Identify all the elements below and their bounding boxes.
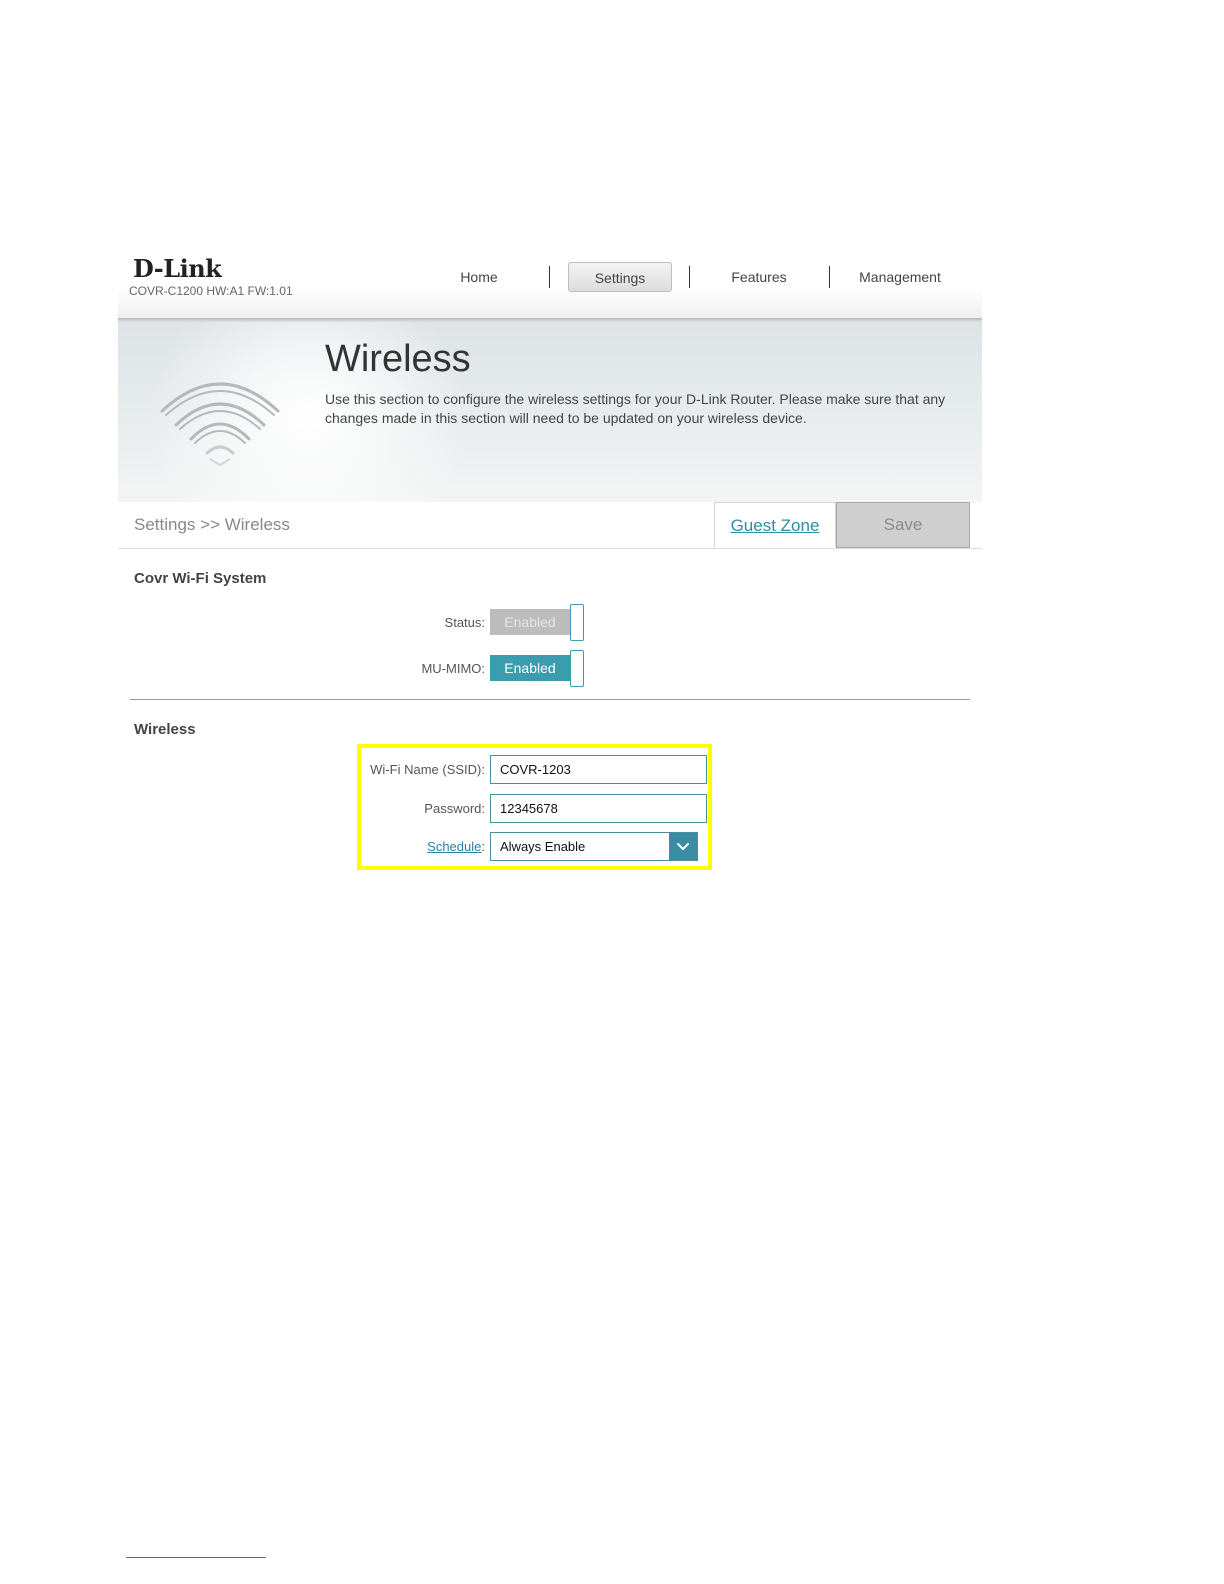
- nav-separator: [689, 266, 690, 288]
- model-info: COVR-C1200 HW:A1 FW:1.01: [129, 284, 293, 298]
- schedule-select[interactable]: Always Enable: [490, 832, 698, 861]
- wifi-icon: [160, 382, 280, 467]
- nav-management[interactable]: Management: [848, 262, 952, 290]
- status-toggle[interactable]: Enabled: [490, 604, 584, 641]
- schedule-colon: :: [481, 839, 485, 854]
- nav-home[interactable]: Home: [441, 262, 517, 290]
- breadcrumb: Settings >> Wireless: [134, 515, 290, 534]
- ssid-input[interactable]: [490, 755, 707, 784]
- dlink-logo: D-Link: [133, 254, 222, 283]
- wireless-section-title: Wireless: [134, 721, 196, 738]
- footnote-rule: [126, 1557, 266, 1558]
- section-divider: [130, 699, 970, 700]
- guest-zone-link[interactable]: Guest Zone: [714, 502, 836, 547]
- page-banner: Wireless Use this section to configure t…: [118, 322, 982, 502]
- router-admin-page: D-Link COVR-C1200 HW:A1 FW:1.01 Home Set…: [118, 248, 982, 878]
- ssid-label: Wi-Fi Name (SSID):: [370, 762, 485, 777]
- schedule-link[interactable]: Schedule: [427, 839, 481, 854]
- chevron-down-icon: [677, 843, 689, 850]
- password-label: Password:: [424, 801, 485, 816]
- toggle-knob: [570, 604, 584, 641]
- page-description: Use this section to configure the wirele…: [325, 391, 946, 426]
- toggle-knob: [570, 650, 584, 687]
- nav-settings[interactable]: Settings: [568, 262, 672, 292]
- schedule-label: Schedule:: [285, 839, 485, 854]
- breadcrumb-bar: Settings >> Wireless Guest Zone Save: [118, 502, 982, 549]
- schedule-select-value: Always Enable: [500, 839, 586, 854]
- dropdown-button[interactable]: [669, 833, 697, 860]
- status-toggle-value: Enabled: [490, 609, 570, 635]
- covr-section-title: Covr Wi-Fi System: [134, 570, 267, 587]
- mu-mimo-toggle-value: Enabled: [490, 655, 570, 681]
- mu-mimo-label: MU-MIMO:: [421, 661, 485, 676]
- nav-separator: [549, 266, 550, 288]
- nav-separator: [829, 266, 830, 288]
- page-title: Wireless: [325, 338, 471, 380]
- nav-features[interactable]: Features: [714, 262, 804, 290]
- top-header: D-Link COVR-C1200 HW:A1 FW:1.01 Home Set…: [118, 248, 982, 320]
- mu-mimo-toggle[interactable]: Enabled: [490, 650, 584, 687]
- status-label: Status:: [444, 615, 485, 630]
- save-button[interactable]: Save: [836, 502, 970, 548]
- password-input[interactable]: [490, 794, 707, 823]
